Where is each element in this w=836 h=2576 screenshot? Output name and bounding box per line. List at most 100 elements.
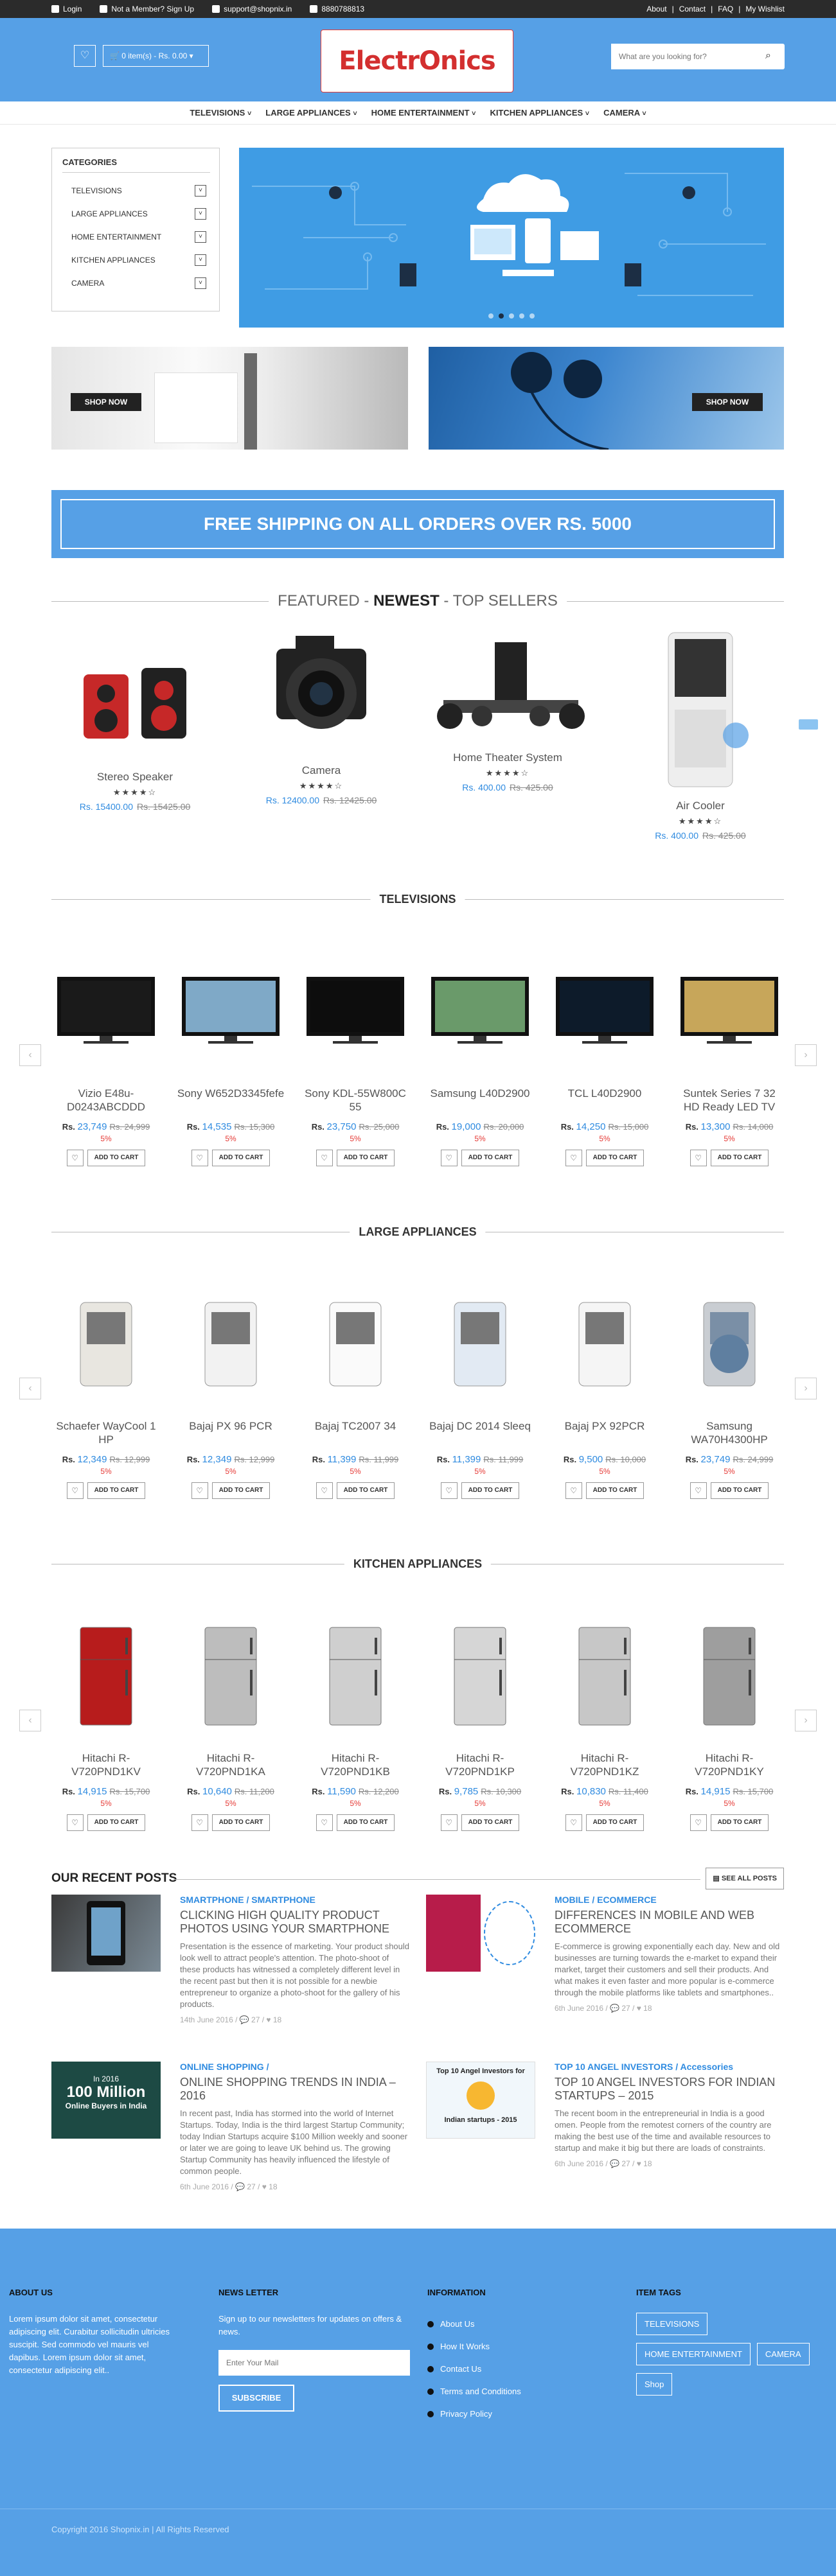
product-image[interactable] <box>425 963 535 1060</box>
product-name[interactable]: Hitachi R-V720PND1KY <box>675 1751 784 1780</box>
add-to-cart-button[interactable]: ADD TO CART <box>710 1814 769 1831</box>
add-to-cart-button[interactable]: ADD TO CART <box>87 1150 146 1166</box>
product-image[interactable] <box>550 963 659 1060</box>
tag-link[interactable]: TELEVISIONS <box>636 2313 708 2335</box>
blog-post[interactable]: MOBILE / ECOMMERCE DIFFERENCES IN MOBILE… <box>426 1895 786 2036</box>
add-to-cart-button[interactable]: ADD TO CART <box>87 1814 146 1831</box>
product-card[interactable]: Hitachi R-V720PND1KB Rs. 11,590 Rs. 12,20… <box>301 1627 410 1831</box>
add-to-cart-button[interactable]: ADD TO CART <box>461 1150 520 1166</box>
wishlist-heart-icon[interactable]: ♡ <box>565 1150 582 1166</box>
tag-link[interactable]: CAMERA <box>756 2343 810 2365</box>
product-name[interactable]: Suntek Series 7 32 HD Ready LED TV <box>675 1087 784 1115</box>
wishlist-heart-icon[interactable]: ♡ <box>191 1814 208 1831</box>
site-logo[interactable]: ElectrOnics <box>321 30 513 92</box>
product-card[interactable]: Bajaj DC 2014 Sleeq Rs. 11,399 Rs. 11,999… <box>425 1296 535 1499</box>
product-card[interactable]: Sony W652D3345fefe Rs. 14,535 Rs. 15,300 … <box>176 963 285 1166</box>
post-category[interactable]: TOP 10 ANGEL INVESTORS / Accessories <box>555 2062 784 2072</box>
product-image[interactable] <box>425 1296 535 1392</box>
footer-link[interactable]: How It Works <box>427 2335 521 2358</box>
post-title[interactable]: ONLINE SHOPPING TRENDS IN INDIA – 2016 <box>180 2076 411 2103</box>
tag-link[interactable]: Shop <box>636 2373 673 2396</box>
product-card[interactable]: Hitachi R-V720PND1KP Rs. 9,785 Rs. 10,300… <box>425 1627 535 1831</box>
post-thumbnail[interactable] <box>426 1895 535 1972</box>
search-icon[interactable]: ⌕ <box>765 50 778 63</box>
product-name[interactable]: TCL L40D2900 <box>550 1087 659 1115</box>
post-category[interactable]: ONLINE SHOPPING / <box>180 2062 411 2072</box>
product-card[interactable]: Vizio E48u-D0243ABCDDD Rs. 23,749 Rs. 24,… <box>51 963 161 1166</box>
wishlist-heart-icon[interactable]: ♡ <box>689 1150 707 1166</box>
product-image[interactable] <box>301 963 410 1060</box>
product-image[interactable] <box>301 1296 410 1392</box>
category-item[interactable]: LARGE APPLIANCES ˅ <box>71 202 206 225</box>
chevron-down-icon[interactable]: ˅ <box>195 185 206 197</box>
product-name[interactable]: Sony KDL-55W800C 55 <box>301 1087 410 1115</box>
add-to-cart-button[interactable]: ADD TO CART <box>710 1482 769 1499</box>
blog-post[interactable]: Top 10 Angel Investors for Indian startu… <box>426 2062 786 2209</box>
wishlist-button[interactable]: ♡ <box>74 45 96 67</box>
product-card[interactable]: Hitachi R-V720PND1KZ Rs. 10,830 Rs. 11,40… <box>550 1627 659 1831</box>
category-item[interactable]: KITCHEN APPLIANCES ˅ <box>71 249 206 272</box>
footer-link[interactable]: Contact Us <box>427 2358 521 2380</box>
blog-post[interactable]: SMARTPHONE / SMARTPHONE CLICKING HIGH QU… <box>51 1895 411 2036</box>
side-toggle-button[interactable] <box>799 719 818 730</box>
product-image[interactable] <box>675 963 784 1060</box>
product-card[interactable]: Bajaj PX 92PCR Rs. 9,500 Rs. 10,000 5% ♡ … <box>550 1296 659 1499</box>
see-all-posts-button[interactable]: ▤ SEE ALL POSTS <box>706 1868 784 1889</box>
product-image[interactable] <box>675 1296 784 1392</box>
product-card[interactable]: Bajaj PX 96 PCR Rs. 12,349 Rs. 12,999 5% … <box>176 1296 285 1499</box>
carousel-next-icon[interactable]: › <box>795 1044 817 1066</box>
featured-product[interactable]: Home Theater System ★★★★☆ Rs. 400.00 Rs. … <box>424 636 591 793</box>
add-to-cart-button[interactable]: ADD TO CART <box>585 1814 645 1831</box>
nav-home-entertainment[interactable]: HOME ENTERTAINMENT ˅ <box>371 101 476 124</box>
footer-link[interactable]: Privacy Policy <box>427 2403 521 2425</box>
wishlist-heart-icon[interactable]: ♡ <box>565 1482 582 1499</box>
carousel-prev-icon[interactable]: ‹ <box>19 1710 41 1731</box>
product-image[interactable] <box>643 626 758 793</box>
login-link[interactable]: Login <box>51 4 82 13</box>
product-image[interactable] <box>550 1627 659 1726</box>
featured-product[interactable]: Stereo Speaker ★★★★☆ Rs. 15400.00 Rs. 154… <box>51 629 218 812</box>
product-image[interactable] <box>51 1627 161 1726</box>
product-card[interactable]: TCL L40D2900 Rs. 14,250 Rs. 15,000 5% ♡ A… <box>550 963 659 1166</box>
shop-now-button[interactable]: SHOP NOW <box>692 393 763 411</box>
product-card[interactable]: Samsung L40D2900 Rs. 19,000 Rs. 20,000 5%… <box>425 963 535 1166</box>
wishlist-heart-icon[interactable]: ♡ <box>316 1150 333 1166</box>
post-thumbnail[interactable]: Top 10 Angel Investors for Indian startu… <box>426 2062 535 2139</box>
post-title[interactable]: CLICKING HIGH QUALITY PRODUCT PHOTOS USI… <box>180 1909 411 1936</box>
category-item[interactable]: CAMERA ˅ <box>71 272 206 295</box>
nav-televisions[interactable]: TELEVISIONS ˅ <box>190 101 251 124</box>
product-card[interactable]: Sony KDL-55W800C 55 Rs. 23,750 Rs. 25,000… <box>301 963 410 1166</box>
product-card[interactable]: Hitachi R-V720PND1KV Rs. 14,915 Rs. 15,70… <box>51 1627 161 1831</box>
product-image[interactable] <box>425 1627 535 1726</box>
add-to-cart-button[interactable]: ADD TO CART <box>87 1482 146 1499</box>
subscribe-button[interactable]: SUBSCRIBE <box>218 2385 294 2412</box>
faq-link[interactable]: FAQ <box>718 4 733 13</box>
product-name[interactable]: Bajaj PX 96 PCR <box>176 1419 285 1448</box>
product-name[interactable]: Sony W652D3345fefe <box>176 1087 285 1115</box>
product-name[interactable]: Hitachi R-V720PND1KZ <box>550 1751 659 1780</box>
chevron-down-icon[interactable]: ˅ <box>195 277 206 289</box>
wishlist-heart-icon[interactable]: ♡ <box>66 1814 84 1831</box>
product-image[interactable] <box>301 1627 410 1726</box>
post-category[interactable]: SMARTPHONE / SMARTPHONE <box>180 1895 411 1905</box>
wishlist-heart-icon[interactable]: ♡ <box>316 1814 333 1831</box>
product-name[interactable]: Hitachi R-V720PND1KB <box>301 1751 410 1780</box>
product-name[interactable]: Samsung L40D2900 <box>425 1087 535 1115</box>
category-item[interactable]: HOME ENTERTAINMENT ˅ <box>71 225 206 249</box>
add-to-cart-button[interactable]: ADD TO CART <box>585 1482 645 1499</box>
slider-dots[interactable] <box>488 313 535 319</box>
wishlist-heart-icon[interactable]: ♡ <box>440 1482 458 1499</box>
support-email[interactable]: support@shopnix.in <box>212 4 292 13</box>
product-name[interactable]: Bajaj PX 92PCR <box>550 1419 659 1448</box>
product-image[interactable] <box>77 629 193 764</box>
add-to-cart-button[interactable]: ADD TO CART <box>211 1150 271 1166</box>
product-name[interactable]: Hitachi R-V720PND1KA <box>176 1751 285 1780</box>
product-name[interactable]: Hitachi R-V720PND1KP <box>425 1751 535 1780</box>
hero-slider[interactable] <box>239 148 784 328</box>
product-image[interactable] <box>257 629 386 758</box>
nav-large-appliances[interactable]: LARGE APPLIANCES ˅ <box>265 101 357 124</box>
blog-post[interactable]: In 2016 100 Million Online Buyers in Ind… <box>51 2062 411 2209</box>
add-to-cart-button[interactable]: ADD TO CART <box>585 1150 645 1166</box>
wishlist-heart-icon[interactable]: ♡ <box>191 1482 208 1499</box>
wishlist-heart-icon[interactable]: ♡ <box>66 1482 84 1499</box>
